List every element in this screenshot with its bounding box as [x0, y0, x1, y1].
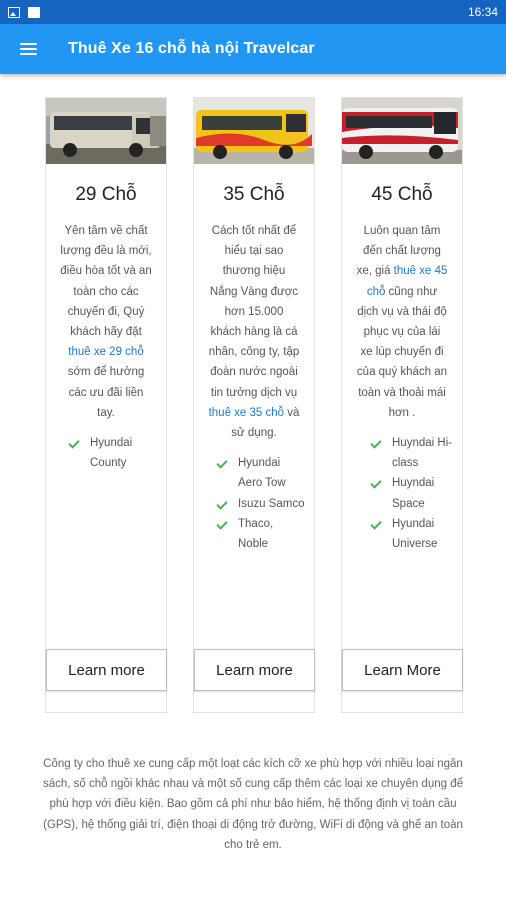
check-icon [372, 478, 382, 486]
card-title: 29 Chỗ [75, 184, 137, 205]
check-icon [218, 458, 228, 466]
card-45-seats: 45 Chỗ Luôn quan tâm đến chất lượng xe, … [341, 97, 463, 713]
check-icon [372, 438, 382, 446]
learn-more-button[interactable]: Learn More [342, 649, 463, 691]
yellow-bus-photo [194, 98, 314, 164]
card-title: 45 Chỗ [371, 184, 433, 205]
feature-item: Thaco, Noble [202, 514, 306, 554]
feature-item: Huyndai Hi-class [350, 433, 454, 473]
rental-link[interactable]: thuê xe 35 chỗ [209, 407, 284, 419]
minibus-photo [46, 98, 166, 164]
feature-item: Hyundai County [54, 433, 158, 473]
card-description: Cách tốt nhất để hiểu tại sao thương hiệ… [208, 225, 300, 440]
check-icon [70, 438, 80, 446]
card-title: 35 Chỗ [223, 184, 285, 205]
red-coach-photo [342, 98, 462, 164]
footer-description: Công ty cho thuê xe cung cấp một loạt cá… [42, 758, 463, 851]
check-icon [218, 499, 228, 507]
status-time: 16:34 [467, 5, 498, 19]
status-bar: 16:34 [0, 0, 506, 24]
app-title: Thuê Xe 16 chỗ hà nội Travelcar [68, 40, 315, 57]
card-description: Luôn quan tâm đến chất lượng xe, giá thu… [356, 225, 448, 419]
feature-list: Hyundai County [46, 433, 166, 473]
feature-item: Huyndai Space [350, 473, 454, 513]
learn-more-button[interactable]: Learn more [46, 649, 167, 691]
check-icon [218, 519, 228, 527]
pricing-cards: 29 Chỗ Yên tâm về chất lượng đều là mới,… [45, 97, 463, 713]
card-description: Yên tâm về chất lượng đều là mới, điều h… [60, 225, 152, 419]
learn-more-button[interactable]: Learn more [194, 649, 315, 691]
card-29-seats: 29 Chỗ Yên tâm về chất lượng đều là mới,… [45, 97, 167, 713]
download-notification-icon [28, 6, 40, 18]
feature-item: Hyundai Aero Tow [202, 453, 306, 493]
image-notification-icon [8, 6, 20, 18]
menu-icon [19, 43, 37, 55]
feature-item: Hyundai Universe [350, 514, 454, 554]
menu-button[interactable] [0, 24, 56, 74]
app-bar: Thuê Xe 16 chỗ hà nội Travelcar [0, 24, 506, 74]
feature-list: Hyundai Aero Tow Isuzu Samco Thaco, Nobl… [194, 453, 314, 554]
feature-item: Isuzu Samco [202, 494, 306, 514]
card-35-seats: 35 Chỗ Cách tốt nhất để hiểu tại sao thư… [193, 97, 315, 713]
feature-list: Huyndai Hi-class Huyndai Space Hyundai U… [342, 433, 462, 554]
rental-link[interactable]: thuê xe 29 chỗ [68, 346, 143, 358]
check-icon [372, 519, 382, 527]
